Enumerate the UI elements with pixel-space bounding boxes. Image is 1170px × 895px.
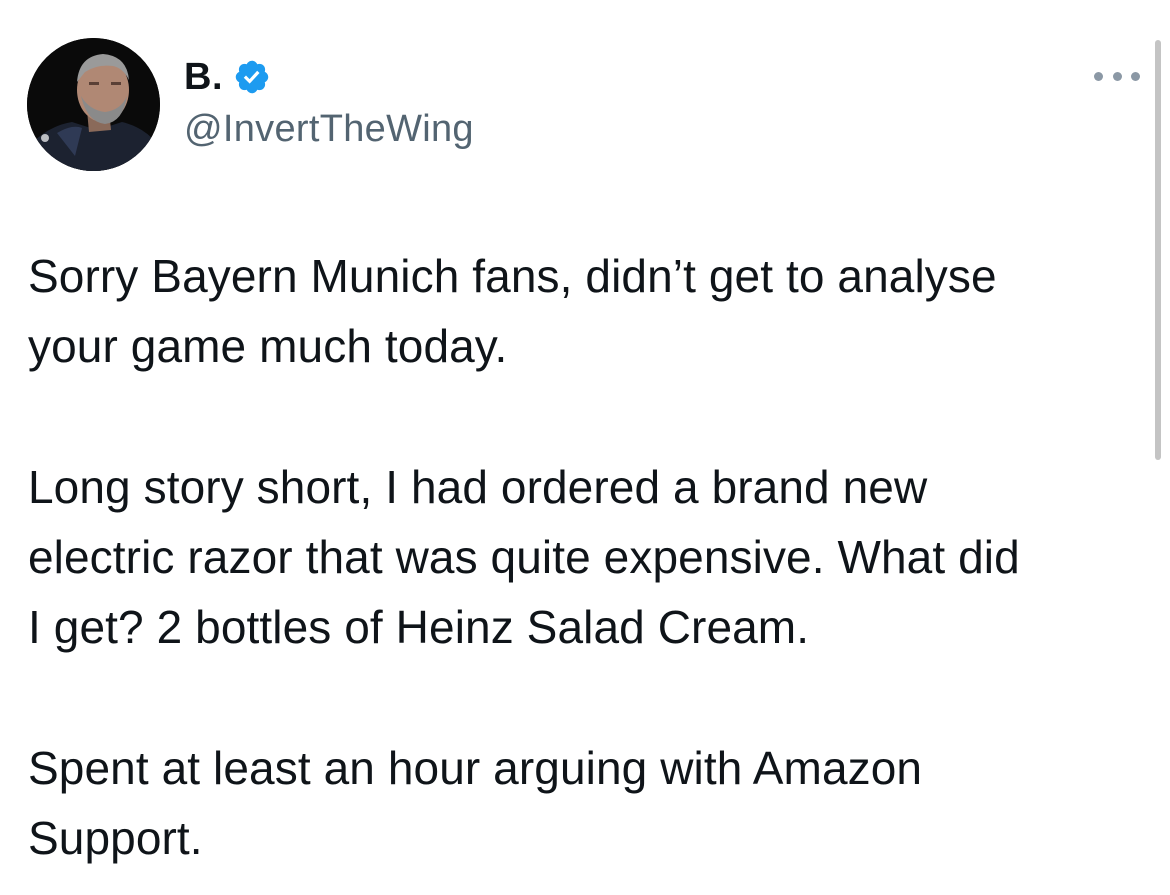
more-options-button[interactable] (1094, 64, 1140, 88)
more-horizontal-icon-dot (1112, 71, 1122, 81)
user-handle[interactable]: @InvertTheWing (184, 108, 474, 151)
tweet-text-line: Spent at least an hour arguing with Amaz… (28, 742, 923, 794)
tweet: B. @InvertTheWing Sorry Bayern Munich fa… (0, 0, 1170, 895)
avatar-photo-icon (27, 38, 160, 171)
display-name[interactable]: B. (184, 56, 223, 99)
tweet-paragraph: Spent at least an hour arguing with Amaz… (28, 733, 1138, 873)
tweet-paragraph: Long story short, I had ordered a brand … (28, 452, 1138, 662)
avatar[interactable] (27, 38, 160, 171)
tweet-text-line: your game much today. (28, 320, 508, 372)
more-horizontal-icon-dot (1131, 71, 1140, 81)
more-horizontal-icon (1094, 71, 1103, 81)
tweet-text-line: Support. (28, 812, 203, 864)
tweet-text-line: electric razor that was quite expensive.… (28, 531, 1020, 583)
tweet-paragraph: Sorry Bayern Munich fans, didn’t get to … (28, 241, 1138, 381)
scrollbar-thumb[interactable] (1155, 40, 1161, 460)
tweet-text-line: I get? 2 bottles of Heinz Salad Cream. (28, 601, 810, 653)
verified-badge-icon (235, 60, 269, 94)
tweet-text-line: Sorry Bayern Munich fans, didn’t get to … (28, 250, 997, 302)
display-name-row[interactable]: B. (184, 52, 271, 102)
tweet-text-line: Long story short, I had ordered a brand … (28, 461, 928, 513)
